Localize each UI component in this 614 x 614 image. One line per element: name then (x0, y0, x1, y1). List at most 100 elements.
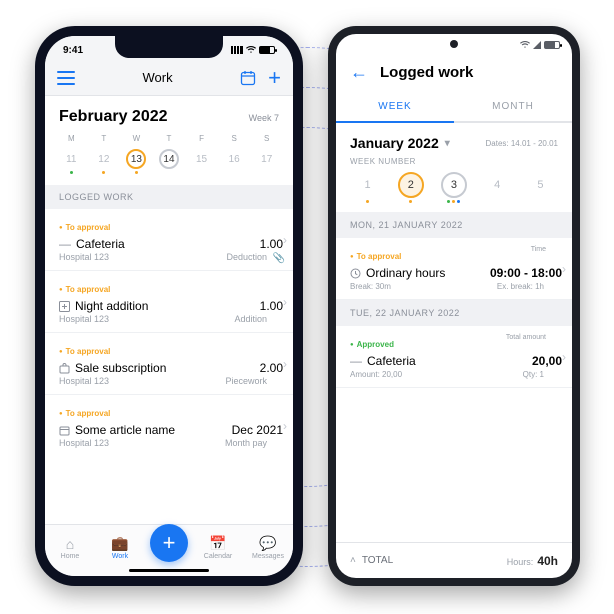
total-label: TOTAL (362, 555, 393, 566)
dates-row: 11 12 13 14 15 16 17 (45, 145, 293, 185)
android-app-bar: ← Logged work (336, 52, 572, 92)
entry-type: Month pay (225, 438, 267, 448)
signal-icon (231, 46, 243, 54)
menu-icon[interactable] (57, 71, 75, 85)
android-frame: ← Logged work WEEK MONTH January 2022 ▾ … (328, 26, 580, 586)
tab-calendar[interactable]: 📅Calendar (198, 535, 238, 560)
dayname: S (250, 132, 283, 145)
dayname: S (218, 132, 251, 145)
tab-label: Calendar (204, 553, 232, 560)
tab-messages[interactable]: 💬Messages (248, 535, 288, 560)
section-heading-logged: LOGGED WORK (45, 185, 293, 209)
section-heading-day: MON, 21 JANUARY 2022 (336, 212, 572, 238)
work-entry[interactable]: To approval Sale subscription 2.00 Hospi… (45, 333, 293, 395)
dayname: M (55, 132, 88, 145)
wifi-icon (246, 46, 256, 54)
date-cell[interactable]: 11 (55, 145, 88, 179)
dayname: W (120, 132, 153, 145)
tab-home[interactable]: ⌂Home (50, 536, 90, 560)
date-cell-selected[interactable]: 13 (120, 145, 153, 179)
date-range: Dates: 14.01 - 20.01 (486, 139, 559, 148)
appbar-title: Logged work (380, 64, 473, 81)
week-cell-selected[interactable]: 2 (389, 172, 432, 204)
entry-title: Sale subscription (75, 361, 166, 375)
wifi-icon (520, 41, 530, 49)
battery-icon (544, 41, 560, 49)
app-bar: Work + (45, 60, 293, 96)
plus-square-icon (59, 301, 70, 312)
week-cell[interactable]: 1 (346, 172, 389, 204)
appbar-title: Work (143, 70, 173, 85)
date-cell-today[interactable]: 14 (153, 145, 186, 179)
work-entry[interactable]: To approval Night addition 1.00 Hospital… (45, 271, 293, 333)
entry-place: Hospital 123 (59, 438, 109, 448)
entry-place: Hospital 123 (59, 314, 109, 324)
month-picker[interactable]: January 2022 ▾ (350, 135, 450, 151)
messages-icon: 💬 (248, 535, 288, 552)
chevron-right-icon: › (562, 262, 566, 276)
entry-amount: Amount: 20,00 (350, 370, 402, 379)
chevron-right-icon: › (562, 350, 566, 364)
entry-type: Deduction (226, 252, 267, 262)
month-title: February 2022 (59, 108, 168, 126)
entry-exbreak: Ex. break: 1h (497, 282, 544, 291)
entry-value: 2.00 (260, 361, 283, 375)
entry-place: Hospital 123 (59, 252, 109, 262)
entry-value: Dec 2021 (232, 423, 283, 437)
add-icon[interactable]: + (268, 67, 281, 89)
status-badge: To approval (59, 409, 110, 418)
clock-icon (350, 268, 361, 279)
battery-icon (259, 46, 275, 54)
fab-add-button[interactable]: + (150, 524, 188, 562)
dayname: F (185, 132, 218, 145)
date-cell[interactable]: 16 (218, 145, 251, 179)
entry-title: Some article name (75, 423, 175, 437)
iphone-frame: 9:41 Work + February 2022 Week 7 (35, 26, 303, 586)
iphone-notch (115, 36, 223, 58)
tab-work[interactable]: 💼Work (100, 535, 140, 560)
logged-entry[interactable]: To approval Time Ordinary hours 09:00 - … (336, 238, 572, 300)
entry-break: Break: 30m (350, 282, 391, 291)
chevron-right-icon: › (283, 419, 287, 433)
work-entry[interactable]: To approval —Cafeteria 1.00 Hospital 123… (45, 209, 293, 271)
entry-title: Cafeteria (367, 354, 416, 368)
entry-qty: Qty: 1 (523, 370, 544, 379)
bag-icon (59, 363, 70, 374)
status-badge: Approved (350, 340, 394, 349)
week-row: 1 2 3 4 5 (336, 166, 572, 212)
status-badge: To approval (59, 285, 110, 294)
entry-value: 09:00 - 18:00 (490, 266, 562, 280)
home-indicator (129, 569, 209, 572)
tab-bar: ⌂Home 💼Work + 📅Calendar 💬Messages (45, 524, 293, 576)
entry-value: 1.00 (260, 299, 283, 313)
minus-icon: — (350, 354, 362, 368)
total-bar[interactable]: ˄TOTAL Hours:40h (336, 542, 572, 578)
week-cell[interactable]: 5 (519, 172, 562, 204)
chevron-right-icon: › (283, 357, 287, 371)
entry-type: Piecework (225, 376, 267, 386)
week-cell[interactable]: 4 (476, 172, 519, 204)
week-cell[interactable]: 3 (432, 172, 475, 204)
camera-punch (450, 40, 458, 48)
tab-week[interactable]: WEEK (336, 92, 454, 123)
entry-title: Cafeteria (76, 237, 125, 251)
tab-month[interactable]: MONTH (454, 92, 572, 123)
day-names-row: M T W T F S S (45, 132, 293, 145)
calendar-icon[interactable] (240, 70, 256, 86)
logged-entry[interactable]: Approved Total amount — Cafeteria 20,00 A… (336, 326, 572, 388)
week-number-label: WEEK NUMBER (336, 155, 572, 166)
entry-value: 1.00 (260, 237, 283, 251)
status-badge: To approval (59, 347, 110, 356)
entry-title: Night addition (75, 299, 148, 313)
date-cell[interactable]: 17 (250, 145, 283, 179)
chevron-up-icon: ˄ (350, 555, 356, 566)
date-cell[interactable]: 15 (185, 145, 218, 179)
entry-value: 20,00 (532, 354, 562, 368)
chevron-down-icon: ▾ (445, 138, 450, 149)
amount-label: Total amount (506, 334, 546, 341)
back-icon[interactable]: ← (350, 62, 368, 83)
chevron-right-icon: › (283, 233, 287, 247)
status-badge: To approval (350, 252, 401, 261)
date-cell[interactable]: 12 (88, 145, 121, 179)
work-entry[interactable]: To approval Some article name Dec 2021 H… (45, 395, 293, 456)
